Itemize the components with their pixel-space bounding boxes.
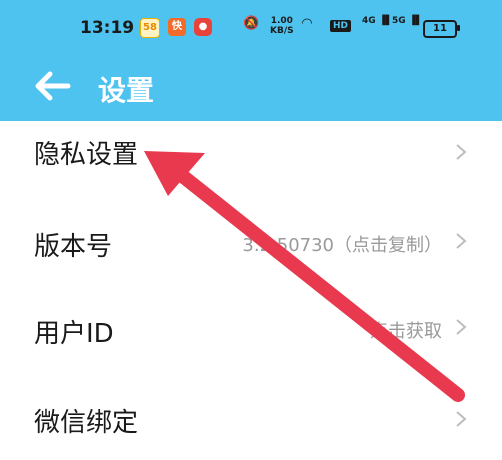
settings-item-label: 隐私设置 <box>34 140 139 170</box>
settings-item-version[interactable]: 版本号 3.2.50730（点击复制） <box>0 198 502 286</box>
signal-4g-icon: 4G ▐▌ <box>362 16 393 26</box>
status-bar: 13:19 58 快 ● 🔕 1.00 KB/S ◠ HD 4G ▐▌ 5G ▐… <box>0 0 502 60</box>
mute-bell-icon: 🔕 <box>243 16 260 31</box>
chevron-right-icon <box>456 411 467 427</box>
settings-item-label: 微信绑定 <box>34 408 139 438</box>
settings-item-wechat-binding[interactable]: 微信绑定 <box>0 372 502 460</box>
hd-icon: HD <box>330 20 352 32</box>
version-value[interactable]: 3.2.50730（点击复制） <box>242 231 442 257</box>
signal-5g-icon: 5G ▐▌ <box>392 16 423 26</box>
user-id-value[interactable]: 点击获取 <box>370 317 442 343</box>
battery-tip <box>457 25 460 31</box>
chevron-right-icon <box>456 144 467 160</box>
app-header: 13:19 58 快 ● 🔕 1.00 KB/S ◠ HD 4G ▐▌ 5G ▐… <box>0 0 502 121</box>
app-kuaishou-icon: 快 <box>168 18 186 36</box>
settings-item-privacy[interactable]: 隐私设置 <box>0 110 502 198</box>
settings-item-label: 版本号 <box>34 232 113 262</box>
page-title: 设置 <box>98 74 155 107</box>
battery-icon: 11 <box>423 20 457 38</box>
status-time: 13:19 <box>80 18 135 38</box>
chevron-right-icon <box>456 233 467 249</box>
wifi-icon: ◠ <box>302 16 312 31</box>
chevron-right-icon <box>456 319 467 335</box>
app-music-icon: ● <box>194 18 212 36</box>
settings-item-label: 用户ID <box>34 319 114 349</box>
back-arrow-icon[interactable] <box>32 66 72 106</box>
network-speed: 1.00 KB/S <box>270 16 294 36</box>
settings-item-user-id[interactable]: 用户ID 点击获取 <box>0 284 502 372</box>
app-58-icon: 58 <box>140 18 160 38</box>
